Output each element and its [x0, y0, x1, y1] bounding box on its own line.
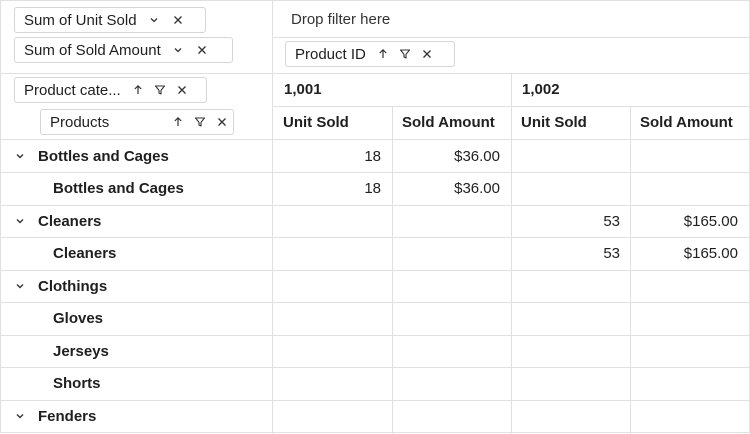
value-cell[interactable] — [631, 303, 738, 335]
value-cell[interactable] — [631, 400, 738, 432]
filter-icon[interactable] — [189, 111, 211, 133]
value-cell[interactable] — [512, 173, 620, 205]
value-chip-sum-unit-sold[interactable]: Sum of Unit Sold — [14, 7, 206, 33]
chip-label: Products — [50, 113, 110, 131]
value-cell[interactable]: $165.00 — [631, 205, 738, 237]
row-header-category[interactable]: Cleaners — [38, 205, 101, 237]
row-header-product[interactable]: Bottles and Cages — [53, 173, 184, 205]
value-cell[interactable] — [512, 400, 620, 432]
row-header-product[interactable]: Gloves — [53, 303, 103, 335]
pivot-table: Sum of Unit Sold Sum of Sold Amount Drop… — [0, 0, 750, 434]
sort-ascending-icon[interactable] — [167, 111, 189, 133]
filter-drop-zone[interactable]: Drop filter here — [291, 11, 390, 28]
value-header-sold-amount[interactable]: Sold Amount — [402, 106, 495, 139]
column-chip-product-id[interactable]: Product ID — [285, 41, 455, 67]
chevron-down-icon[interactable] — [14, 215, 26, 227]
value-cell[interactable] — [393, 303, 500, 335]
chevron-down-icon[interactable] — [14, 410, 26, 422]
value-cell[interactable] — [393, 368, 500, 400]
value-cell[interactable] — [273, 303, 381, 335]
value-cell[interactable]: $36.00 — [393, 140, 500, 172]
value-cell[interactable]: 53 — [512, 205, 620, 237]
value-cell[interactable] — [512, 140, 620, 172]
value-cell[interactable] — [273, 335, 381, 367]
chevron-down-icon[interactable] — [14, 280, 26, 292]
close-icon[interactable] — [167, 9, 189, 31]
divider — [272, 37, 750, 38]
row-header-category[interactable]: Clothings — [38, 270, 107, 302]
chevron-down-icon[interactable] — [167, 39, 189, 61]
value-cell[interactable] — [273, 368, 381, 400]
row-header-product[interactable]: Cleaners — [53, 238, 116, 270]
row-header-product[interactable]: Shorts — [53, 368, 101, 400]
value-cell[interactable] — [631, 368, 738, 400]
value-cell[interactable] — [393, 270, 500, 302]
close-icon[interactable] — [191, 39, 213, 61]
column-group-header[interactable]: 1,002 — [522, 73, 560, 106]
value-cell[interactable]: 18 — [273, 173, 381, 205]
chip-label: Sum of Unit Sold — [24, 11, 137, 29]
value-cell[interactable]: $36.00 — [393, 173, 500, 205]
chevron-down-icon[interactable] — [143, 9, 165, 31]
row-header-category[interactable]: Fenders — [38, 400, 96, 432]
value-cell[interactable]: 53 — [512, 238, 620, 270]
value-cell[interactable] — [512, 335, 620, 367]
value-cell[interactable] — [273, 400, 381, 432]
filter-icon[interactable] — [394, 43, 416, 65]
value-cell[interactable] — [393, 335, 500, 367]
chevron-down-icon[interactable] — [14, 150, 26, 162]
value-cell[interactable] — [631, 270, 738, 302]
sort-ascending-icon[interactable] — [127, 79, 149, 101]
column-group-header[interactable]: 1,001 — [284, 73, 322, 106]
value-cell[interactable] — [393, 400, 500, 432]
value-chip-sum-sold-amount[interactable]: Sum of Sold Amount — [14, 37, 233, 63]
value-cell[interactable] — [631, 140, 738, 172]
chip-label: Product cate... — [24, 81, 121, 99]
value-cell[interactable] — [512, 368, 620, 400]
value-cell[interactable] — [512, 270, 620, 302]
value-cell[interactable] — [393, 205, 500, 237]
row-chip-product-category[interactable]: Product cate... — [14, 77, 207, 103]
value-cell[interactable] — [512, 303, 620, 335]
close-icon[interactable] — [211, 111, 233, 133]
sort-ascending-icon[interactable] — [372, 43, 394, 65]
close-icon[interactable] — [416, 43, 438, 65]
value-cell[interactable] — [631, 173, 738, 205]
value-header-sold-amount[interactable]: Sold Amount — [640, 106, 733, 139]
row-chip-products[interactable]: Products — [40, 109, 234, 135]
value-cell[interactable] — [393, 238, 500, 270]
value-header-unit-sold[interactable]: Unit Sold — [283, 106, 349, 139]
divider — [1, 73, 750, 74]
value-cell[interactable] — [273, 205, 381, 237]
value-cell[interactable]: 18 — [273, 140, 381, 172]
close-icon[interactable] — [171, 79, 193, 101]
value-cell[interactable]: $165.00 — [631, 238, 738, 270]
row-header-category[interactable]: Bottles and Cages — [38, 140, 169, 172]
filter-icon[interactable] — [149, 79, 171, 101]
value-cell[interactable] — [273, 270, 381, 302]
chip-label: Sum of Sold Amount — [24, 41, 161, 59]
value-cell[interactable] — [273, 238, 381, 270]
value-cell[interactable] — [631, 335, 738, 367]
value-header-unit-sold[interactable]: Unit Sold — [521, 106, 587, 139]
chip-label: Product ID — [295, 45, 366, 63]
row-header-product[interactable]: Jerseys — [53, 335, 109, 367]
